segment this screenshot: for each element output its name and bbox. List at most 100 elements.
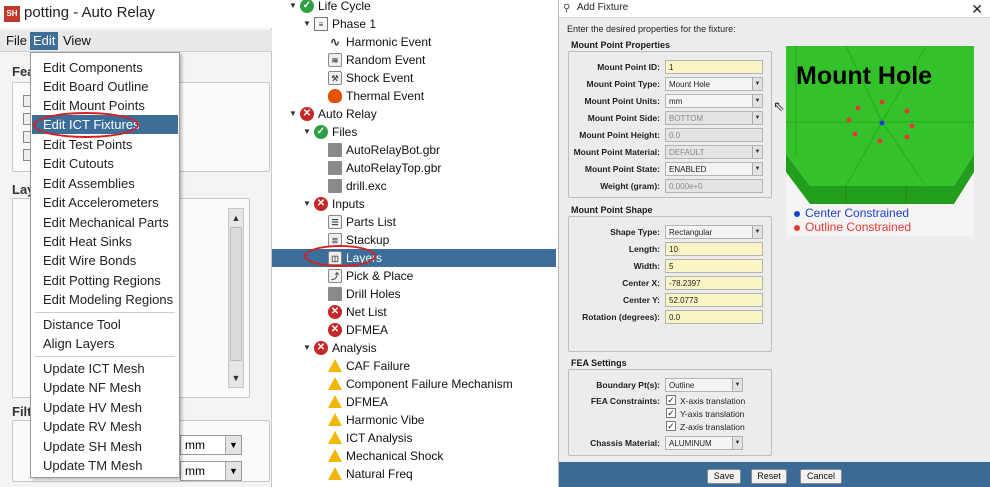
menu-item-update-hv-mesh[interactable]: Update HV Mesh — [32, 398, 178, 417]
expand-icon[interactable]: ▼ — [302, 195, 312, 213]
tree-node-natural-freq[interactable]: Natural Freq — [316, 465, 413, 483]
chevron-down-icon[interactable]: ▼ — [752, 146, 762, 158]
cancel-button[interactable]: Cancel — [800, 469, 842, 484]
units-select-2[interactable]: mm ▼ — [180, 461, 242, 481]
chevron-down-icon[interactable]: ▼ — [752, 226, 762, 238]
tree-node-files[interactable]: ▼ ✓ Files — [302, 123, 357, 141]
menu-item-edit-wire-bonds[interactable]: Edit Wire Bonds — [32, 251, 178, 270]
tree-node-inputs[interactable]: ▼ ✕ Inputs — [302, 195, 365, 213]
tree-node-auto-relay[interactable]: ▼ ✕ Auto Relay — [288, 105, 377, 123]
expand-icon[interactable]: ▼ — [302, 123, 312, 141]
dialog-intro: Enter the desired properties for the fix… — [567, 24, 736, 34]
tree-node-pick-place[interactable]: ⤴ Pick & Place — [316, 267, 413, 285]
expand-icon[interactable]: ▼ — [302, 339, 312, 357]
y-translation-checkbox[interactable]: ✓ — [666, 408, 676, 418]
center-x-field[interactable]: -78.2397 — [665, 276, 763, 290]
save-button[interactable]: Save — [707, 469, 741, 484]
center-y-field[interactable]: 52.0773 — [665, 293, 763, 307]
menu-item-edit-potting-regions[interactable]: Edit Potting Regions — [32, 271, 178, 290]
scroll-thumb[interactable] — [230, 227, 242, 361]
tree-node-analysis[interactable]: ▼ ✕ Analysis — [302, 339, 377, 357]
center-x-label: Center X: — [622, 278, 660, 288]
mount-point-height-field[interactable]: 0.0 — [665, 128, 763, 142]
tree-node-harmonic-vibe[interactable]: Harmonic Vibe — [316, 411, 424, 429]
shape-type-select[interactable]: Rectangular ▼ — [665, 225, 763, 239]
menu-edit[interactable]: Edit — [30, 32, 59, 50]
tree-node-component-failure-mechanism[interactable]: Component Failure Mechanism — [316, 375, 513, 393]
reset-button[interactable]: Reset — [751, 469, 787, 484]
menu-item-edit-board-outline[interactable]: Edit Board Outline — [32, 77, 178, 96]
scroll-down-icon[interactable]: ▼ — [230, 371, 242, 385]
menu-item-update-rv-mesh[interactable]: Update RV Mesh — [32, 417, 178, 436]
tree-node-phase-1[interactable]: ▼ ≡ Phase 1 — [302, 15, 376, 33]
mount-point-type-value: Mount Hole — [669, 80, 710, 89]
tree-node-shock-event[interactable]: ⚒ Shock Event — [316, 69, 413, 87]
tree-node-dfmea-input[interactable]: ✕ DFMEA — [316, 321, 388, 339]
tree-node-parts-list[interactable]: ☰ Parts List — [316, 213, 396, 231]
tree-node-autorelaybot-gbr[interactable]: AutoRelayBot.gbr — [316, 141, 440, 159]
menu-item-edit-modeling-regions[interactable]: Edit Modeling Regions — [32, 290, 178, 309]
chevron-down-icon[interactable]: ▼ — [752, 163, 762, 175]
layers-scrollbar[interactable]: ▲ ▼ — [228, 208, 244, 388]
tree-node-mechanical-shock[interactable]: Mechanical Shock — [316, 447, 443, 465]
tree-node-ict-analysis[interactable]: ICT Analysis — [316, 429, 412, 447]
expand-icon[interactable]: ▼ — [288, 105, 298, 123]
chevron-down-icon[interactable]: ▼ — [225, 436, 241, 454]
chevron-down-icon[interactable]: ▼ — [732, 379, 742, 391]
tree-node-thermal-event[interactable]: Thermal Event — [316, 87, 424, 105]
menu-item-edit-test-points[interactable]: Edit Test Points — [32, 135, 178, 154]
chevron-down-icon[interactable]: ▼ — [752, 95, 762, 107]
menu-item-edit-mechanical-parts[interactable]: Edit Mechanical Parts — [32, 213, 178, 232]
weight-field[interactable]: 0.000e+0 — [665, 179, 763, 193]
close-icon[interactable]: ✕ — [971, 0, 983, 18]
tree-node-label: Natural Freq — [346, 467, 413, 481]
z-translation-checkbox[interactable]: ✓ — [666, 421, 676, 431]
menu-item-update-ict-mesh[interactable]: Update ICT Mesh — [32, 359, 178, 378]
menu-item-distance-tool[interactable]: Distance Tool — [32, 315, 178, 334]
menu-file[interactable]: File — [3, 32, 30, 50]
boundary-select[interactable]: Outline ▼ — [665, 378, 743, 392]
menu-item-update-tm-mesh[interactable]: Update TM Mesh — [32, 456, 178, 475]
menu-view[interactable]: View — [60, 32, 94, 50]
chassis-material-select[interactable]: ALUMINUM ▼ — [665, 436, 743, 450]
menu-separator — [35, 312, 175, 313]
mount-point-type-select[interactable]: Mount Hole ▼ — [665, 77, 763, 91]
chevron-down-icon[interactable]: ▼ — [732, 437, 742, 449]
chevron-down-icon[interactable]: ▼ — [225, 462, 241, 480]
chevron-down-icon[interactable]: ▼ — [752, 112, 762, 124]
mount-point-state-select[interactable]: ENABLED ▼ — [665, 162, 763, 176]
tree-node-autorelaytop-gbr[interactable]: AutoRelayTop.gbr — [316, 159, 441, 177]
menu-item-edit-accelerometers[interactable]: Edit Accelerometers — [32, 193, 178, 212]
mount-point-material-select[interactable]: DEFAULT ▼ — [665, 145, 763, 159]
menu-item-edit-assemblies[interactable]: Edit Assemblies — [32, 174, 178, 193]
menu-item-update-nf-mesh[interactable]: Update NF Mesh — [32, 378, 178, 397]
menu-item-align-layers[interactable]: Align Layers — [32, 334, 178, 353]
outline-point — [877, 138, 883, 144]
tree-node-harmonic-event[interactable]: ∿ Harmonic Event — [316, 33, 431, 51]
length-field[interactable]: 10 — [665, 242, 763, 256]
expand-icon[interactable]: ▼ — [302, 15, 312, 33]
menu-item-edit-cutouts[interactable]: Edit Cutouts — [32, 154, 178, 173]
tree-node-net-list[interactable]: ✕ Net List — [316, 303, 387, 321]
tree-node-caf-failure[interactable]: CAF Failure — [316, 357, 410, 375]
expand-icon[interactable]: ▼ — [288, 0, 298, 15]
units-select-1[interactable]: mm ▼ — [180, 435, 242, 455]
outline-point — [904, 108, 910, 114]
mount-point-id-field[interactable]: 1 — [665, 60, 763, 74]
legend-dot-red — [794, 224, 800, 231]
chevron-down-icon[interactable]: ▼ — [752, 78, 762, 90]
tree-node-random-event[interactable]: ≋ Random Event — [316, 51, 425, 69]
menu-item-edit-heat-sinks[interactable]: Edit Heat Sinks — [32, 232, 178, 251]
tree-node-drill-exc[interactable]: drill.exc — [316, 177, 387, 195]
x-translation-checkbox[interactable]: ✓ — [666, 395, 676, 405]
tree-node-life-cycle[interactable]: ▼ ✓ Life Cycle — [288, 0, 371, 15]
mount-point-side-select[interactable]: BOTTOM ▼ — [665, 111, 763, 125]
menu-item-update-sh-mesh[interactable]: Update SH Mesh — [32, 437, 178, 456]
tree-node-dfmea-analysis[interactable]: DFMEA — [316, 393, 388, 411]
width-field[interactable]: 5 — [665, 259, 763, 273]
rotation-field[interactable]: 0.0 — [665, 310, 763, 324]
scroll-up-icon[interactable]: ▲ — [230, 211, 242, 225]
mount-point-units-select[interactable]: mm ▼ — [665, 94, 763, 108]
tree-node-drill-holes[interactable]: Drill Holes — [316, 285, 401, 303]
menu-item-edit-components[interactable]: Edit Components — [32, 58, 178, 77]
